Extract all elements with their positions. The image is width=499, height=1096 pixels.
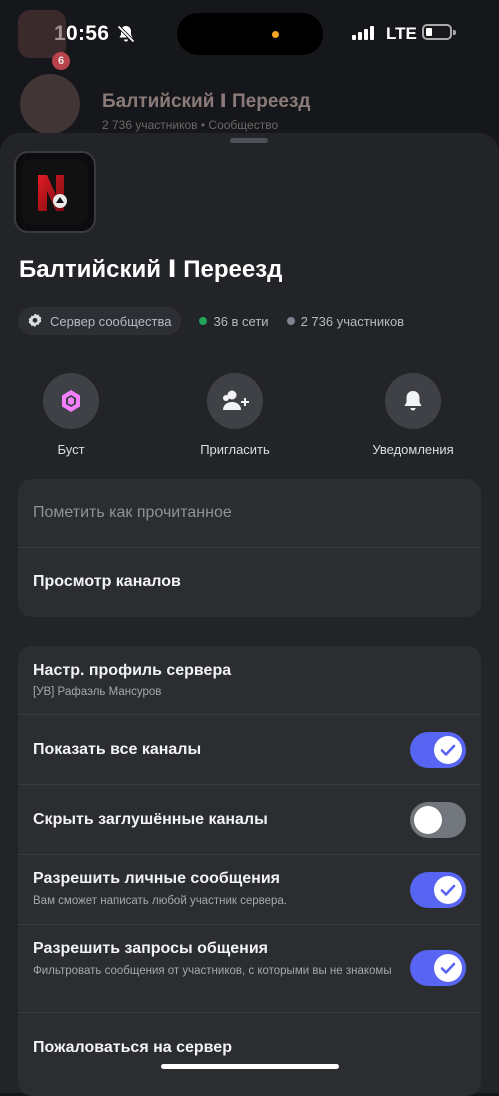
dynamic-island bbox=[177, 13, 323, 55]
status-bar: 10:56 LTE bbox=[0, 0, 499, 66]
allow-requests-item[interactable]: Разрешить запросы общения Фильтровать со… bbox=[18, 925, 481, 1013]
report-server-label: Пожаловаться на сервер bbox=[33, 1039, 232, 1056]
server-profile-label: Настр. профиль сервера bbox=[33, 662, 232, 679]
server-profile-item[interactable]: Настр. профиль сервера [УВ] Рафаэль Манс… bbox=[18, 646, 481, 715]
home-indicator[interactable] bbox=[161, 1064, 339, 1069]
online-count-label: 36 в сети bbox=[213, 313, 269, 329]
signal-icon bbox=[352, 26, 374, 40]
allow-requests-label: Разрешить запросы общения bbox=[33, 940, 269, 957]
online-count: 36 в сети bbox=[199, 313, 269, 329]
community-chip-label: Сервер сообщества bbox=[50, 313, 172, 329]
check-icon bbox=[440, 962, 456, 974]
battery-icon bbox=[422, 24, 456, 40]
show-all-channels-toggle[interactable] bbox=[410, 732, 466, 768]
network-type: LTE bbox=[386, 24, 417, 43]
invite-user-icon bbox=[223, 390, 249, 410]
background-avatar bbox=[20, 74, 80, 134]
allow-requests-toggle[interactable] bbox=[410, 950, 466, 986]
bell-icon bbox=[404, 391, 422, 411]
bell-muted-icon bbox=[117, 25, 135, 43]
allow-requests-description: Фильтровать сообщения от участников, с к… bbox=[33, 965, 392, 977]
member-count: 2 736 участников bbox=[286, 313, 405, 329]
mark-read-label: Пометить как прочитанное bbox=[33, 504, 232, 521]
allow-dm-toggle[interactable] bbox=[410, 872, 466, 908]
mark-read-item[interactable]: Пометить как прочитанное bbox=[18, 479, 481, 548]
hide-muted-item[interactable]: Скрыть заглушённые каналы bbox=[18, 785, 481, 855]
report-server-item[interactable]: Пожаловаться на сервер bbox=[18, 1013, 481, 1096]
hide-muted-label: Скрыть заглушённые каналы bbox=[33, 811, 268, 828]
online-dot-icon bbox=[199, 317, 208, 325]
server-profile-nickname: [УВ] Рафаэль Мансуров bbox=[33, 686, 162, 698]
notifications-button[interactable]: Уведомления bbox=[358, 373, 468, 457]
invite-button[interactable]: Пригласить bbox=[180, 373, 290, 457]
boost-gem-icon bbox=[62, 390, 80, 412]
community-gear-icon bbox=[28, 313, 42, 327]
member-dot-icon bbox=[286, 317, 295, 325]
background-server-icon bbox=[18, 10, 66, 58]
server-info: Сервер сообщества 36 в сети 2 736 участн… bbox=[18, 307, 404, 335]
menu-group-settings: Настр. профиль сервера [УВ] Рафаэль Манс… bbox=[18, 646, 481, 1096]
server-icon bbox=[14, 151, 96, 233]
check-icon bbox=[440, 884, 456, 896]
invite-label: Пригласить bbox=[200, 442, 270, 457]
allow-dm-item[interactable]: Разрешить личные сообщения Вам сможет на… bbox=[18, 855, 481, 925]
mic-indicator-icon bbox=[272, 31, 279, 38]
allow-dm-label: Разрешить личные сообщения bbox=[33, 870, 280, 887]
check-icon bbox=[440, 744, 456, 756]
allow-dm-description: Вам сможет написать любой участник серве… bbox=[33, 895, 287, 907]
notifications-label: Уведомления bbox=[372, 442, 454, 457]
background-title: Балтийский Ⅰ Переезд bbox=[102, 91, 311, 112]
server-name: Балтийский Ⅰ Переезд bbox=[19, 256, 283, 283]
server-sheet: Балтийский Ⅰ Переезд Сервер сообщества 3… bbox=[0, 133, 499, 1096]
community-chip[interactable]: Сервер сообщества bbox=[18, 307, 182, 335]
browse-channels-item[interactable]: Просмотр каналов bbox=[18, 548, 481, 617]
sheet-grabber[interactable] bbox=[230, 138, 268, 143]
background-subtitle: 2 736 участников • Сообщество bbox=[102, 118, 279, 132]
show-all-channels-item[interactable]: Показать все каналы bbox=[18, 715, 481, 785]
hide-muted-toggle[interactable] bbox=[410, 802, 466, 838]
member-count-label: 2 736 участников bbox=[300, 313, 405, 329]
boost-button[interactable]: Буст bbox=[16, 373, 126, 457]
menu-group-channels: Пометить как прочитанное Просмотр канало… bbox=[18, 479, 481, 617]
show-all-channels-label: Показать все каналы bbox=[33, 741, 202, 758]
browse-channels-label: Просмотр каналов bbox=[33, 573, 181, 590]
quick-actions: Буст Пригласить Уведомления bbox=[0, 373, 499, 463]
boost-label: Буст bbox=[57, 442, 85, 457]
background-badge: 6 bbox=[52, 52, 70, 70]
